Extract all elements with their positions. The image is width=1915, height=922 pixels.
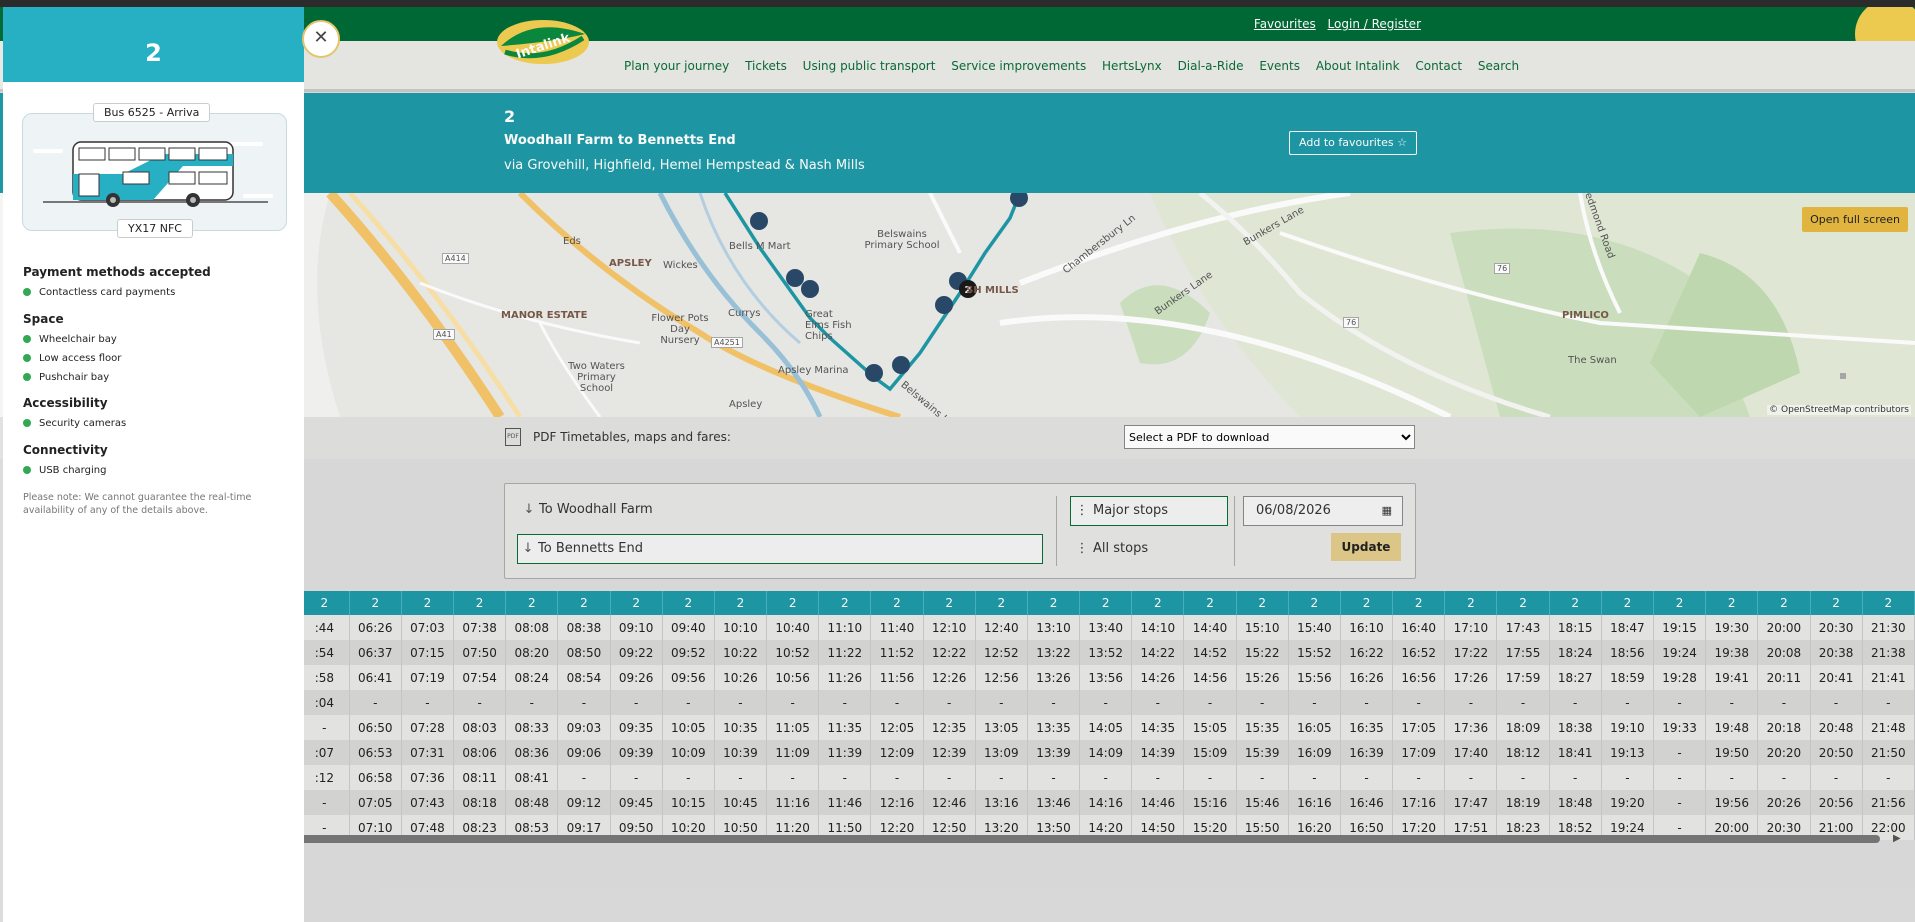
connectivity-section-title: Connectivity — [23, 443, 108, 457]
check-icon — [23, 335, 31, 343]
check-icon — [23, 466, 31, 474]
feature-wheelchair-bay: Wheelchair bay — [23, 334, 117, 345]
vehicle-details-panel: 2 Bus 6525 - Arriva YX17 NFC Payment met… — [3, 7, 304, 922]
accessibility-section-title: Accessibility — [23, 396, 108, 410]
bus-card — [22, 113, 287, 231]
check-icon — [23, 419, 31, 427]
feature-contactless: Contactless card payments — [23, 287, 175, 298]
check-icon — [23, 354, 31, 362]
bus-illustration — [33, 141, 273, 207]
check-icon — [23, 288, 31, 296]
bus-id-tag: Bus 6525 - Arriva — [93, 103, 211, 122]
feature-low-access-floor: Low access floor — [23, 353, 121, 364]
space-section-title: Space — [23, 312, 64, 326]
modal-overlay[interactable] — [304, 7, 1915, 922]
panel-route-number: 2 — [3, 7, 304, 82]
payment-section-title: Payment methods accepted — [23, 265, 211, 279]
availability-note: Please note: We cannot guarantee the rea… — [23, 492, 252, 516]
registration-tag: YX17 NFC — [117, 219, 193, 238]
feature-security-cameras: Security cameras — [23, 418, 126, 429]
feature-usb-charging: USB charging — [23, 465, 106, 476]
feature-pushchair-bay: Pushchair bay — [23, 372, 109, 383]
check-icon — [23, 373, 31, 381]
close-icon[interactable]: ✕ — [302, 20, 340, 58]
